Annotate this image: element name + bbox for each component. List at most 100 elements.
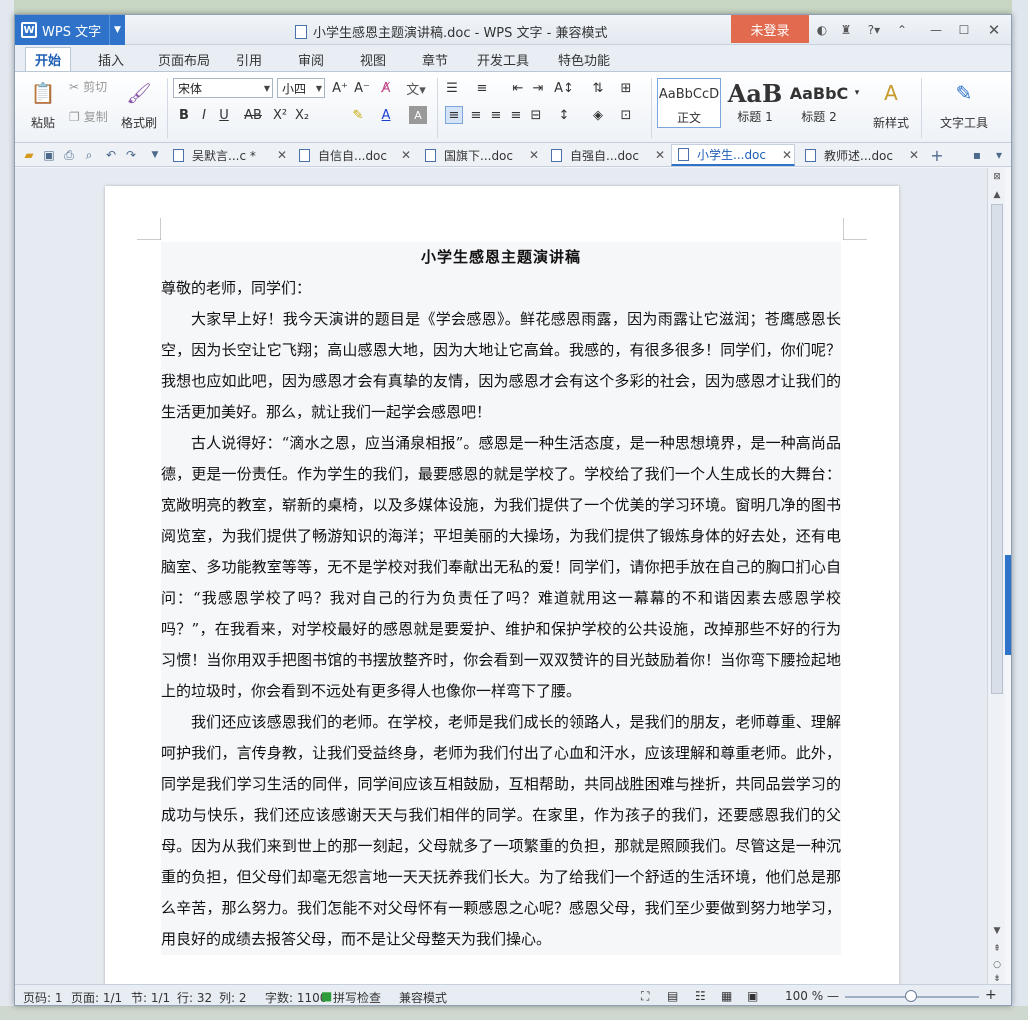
underline-icon[interactable]: U <box>215 106 233 124</box>
align-center-icon[interactable]: ≡ <box>467 106 485 124</box>
print-icon[interactable]: ⎙ <box>61 147 77 163</box>
cut-button[interactable]: ✂ 剪切 <box>69 78 107 95</box>
shrink-font-icon[interactable]: A⁻ <box>353 79 371 97</box>
tab-page-layout[interactable]: 页面布局 <box>149 47 219 71</box>
scroll-up-icon[interactable]: ▲ <box>991 188 1003 202</box>
text-tools-button[interactable]: ✎ 文字工具 <box>933 76 995 131</box>
chevron-down-icon[interactable]: ▼ <box>109 15 125 45</box>
close-tab-icon[interactable]: ✕ <box>782 148 792 162</box>
zoom-out-icon[interactable]: — <box>827 989 839 1003</box>
minimize-icon[interactable]: — <box>927 21 945 39</box>
close-tab-icon[interactable]: ✕ <box>401 148 411 162</box>
italic-icon[interactable]: I <box>195 106 213 124</box>
doc-tab[interactable]: 教师述...doc ✕ <box>799 144 921 166</box>
superscript-icon[interactable]: X² <box>271 106 289 124</box>
strikethrough-icon[interactable]: AB <box>239 106 267 124</box>
status-zoom[interactable]: 100 % <box>785 989 823 1003</box>
fill-icon[interactable]: ◈ <box>589 106 607 124</box>
style-heading-1[interactable]: AaB 标题 1 <box>723 78 787 128</box>
distribute-icon[interactable]: ⊟ <box>527 106 545 124</box>
app-menu-button[interactable]: W WPS 文字 ▼ <box>15 15 125 45</box>
close-tab-icon[interactable]: ✕ <box>529 148 539 162</box>
style-heading-2[interactable]: AaBbC 标题 2 <box>787 78 851 128</box>
zoom-in-icon[interactable]: + <box>985 987 997 1003</box>
decrease-indent-icon[interactable]: ⇤ <box>509 79 527 97</box>
highlight-icon[interactable]: ✎ <box>349 106 367 124</box>
table-icon[interactable]: ⊞ <box>617 79 635 97</box>
page-view-icon[interactable]: ▤ <box>667 989 678 1003</box>
document-body[interactable]: 小学生感恩主题演讲稿 尊敬的老师，同学们： 大家早上好！我今天演讲的题目是《学会… <box>161 242 841 955</box>
doc-tab[interactable]: 自强自...doc ✕ <box>545 144 667 166</box>
help-icon[interactable]: ?▾ <box>861 21 887 39</box>
page[interactable]: 小学生感恩主题演讲稿 尊敬的老师，同学们： 大家早上好！我今天演讲的题目是《学会… <box>105 186 899 984</box>
tab-review[interactable]: 审阅 <box>291 47 331 71</box>
font-color-icon[interactable]: A <box>377 106 395 124</box>
new-style-button[interactable]: A 新样式 <box>865 76 917 131</box>
align-left-icon[interactable]: ≡ <box>445 106 463 124</box>
maximize-icon[interactable]: ☐ <box>955 21 973 39</box>
web-view-icon[interactable]: ▦ <box>721 989 732 1003</box>
skin-icon[interactable]: ♜ <box>837 21 855 39</box>
tab-references[interactable]: 引用 <box>229 47 269 71</box>
outline-view-icon[interactable]: ☷ <box>695 989 706 1003</box>
select-browse-icon[interactable]: ○ <box>991 958 1003 972</box>
tab-features[interactable]: 特色功能 <box>549 47 619 71</box>
scrollbar-thumb[interactable] <box>991 204 1003 694</box>
doc-tab[interactable]: 自信自...doc ✕ <box>293 144 413 166</box>
paste-button[interactable]: 📋 粘贴 <box>17 76 69 131</box>
numbering-icon[interactable]: ≡ <box>473 79 491 97</box>
copy-button[interactable]: ❐ 复制 <box>69 108 108 125</box>
align-right-icon[interactable]: ≡ <box>487 106 505 124</box>
tab-home[interactable]: 开始 <box>25 47 71 71</box>
justify-icon[interactable]: ≡ <box>507 106 525 124</box>
bold-icon[interactable]: B <box>175 106 193 124</box>
grow-font-icon[interactable]: A⁺ <box>331 79 349 97</box>
close-tab-icon[interactable]: ✕ <box>655 148 665 162</box>
tab-developer[interactable]: 开发工具 <box>473 47 533 71</box>
style-normal[interactable]: AaBbCcD 正文 <box>657 78 721 128</box>
redo-icon[interactable]: ↷ <box>123 147 139 163</box>
font-name-select[interactable]: 宋体 ▼ <box>173 78 273 98</box>
bullets-icon[interactable]: ☰ <box>443 79 461 97</box>
increase-indent-icon[interactable]: ⇥ <box>529 79 547 97</box>
font-size-select[interactable]: 小四 ▼ <box>277 78 325 98</box>
new-tab-icon[interactable]: + <box>929 146 945 165</box>
styles-scroll-icon[interactable]: ▾ <box>851 84 863 102</box>
tab-list-icon[interactable]: ▪ <box>969 147 985 163</box>
reading-mode-icon[interactable]: ▣ <box>747 989 758 1003</box>
open-icon[interactable]: ▰ <box>21 147 37 163</box>
scroll-down-icon[interactable]: ▼ <box>991 924 1003 938</box>
undo-icon[interactable]: ↶ <box>103 147 119 163</box>
line-spacing-icon[interactable]: ↕ <box>555 106 573 124</box>
customize-toolbar-icon[interactable]: ▼ <box>147 147 163 163</box>
vertical-scrollbar[interactable]: ⊠ ▲ ▼ ⇞ ○ ⇟ <box>987 168 1005 984</box>
tab-view[interactable]: 视图 <box>353 47 393 71</box>
login-button[interactable]: 未登录 <box>731 15 809 43</box>
sort-icon[interactable]: ⇅ <box>589 79 607 97</box>
close-tab-icon[interactable]: ✕ <box>277 148 287 162</box>
feedback-icon[interactable]: ◐ <box>813 21 831 39</box>
border-icon[interactable]: ⊡ <box>617 106 635 124</box>
previous-page-icon[interactable]: ⇞ <box>991 942 1003 956</box>
tab-chapter[interactable]: 章节 <box>415 47 455 71</box>
status-spellcheck[interactable]: 拼写检查 <box>333 989 381 1005</box>
collapse-ribbon-icon[interactable]: ⌃ <box>893 21 911 39</box>
fullscreen-icon[interactable]: ⛶ <box>641 989 649 1004</box>
doc-tab[interactable]: 国旗下...doc ✕ <box>419 144 541 166</box>
char-shading-icon[interactable]: A <box>409 106 427 124</box>
tab-insert[interactable]: 插入 <box>91 47 131 71</box>
doc-tab-active[interactable]: 小学生...doc ✕ <box>671 144 795 166</box>
text-direction-icon[interactable]: A↕ <box>554 79 574 97</box>
close-icon[interactable]: ✕ <box>985 21 1003 39</box>
subscript-icon[interactable]: X₂ <box>293 106 311 124</box>
ruler-toggle-icon[interactable]: ⊠ <box>991 170 1003 184</box>
save-icon[interactable]: ▣ <box>41 147 57 163</box>
format-painter-button[interactable]: 🖌 格式刷 <box>113 76 165 131</box>
status-words[interactable]: 字数: 1100 <box>265 989 327 1005</box>
doc-tab[interactable]: 吴默言...c * ✕ <box>167 144 289 166</box>
clear-format-icon[interactable]: A̸ <box>377 79 395 97</box>
close-tab-icon[interactable]: ✕ <box>909 148 919 162</box>
side-panel-toggle[interactable] <box>1005 555 1011 655</box>
print-preview-icon[interactable]: ⌕ <box>81 147 97 163</box>
zoom-slider-handle[interactable] <box>905 990 917 1002</box>
